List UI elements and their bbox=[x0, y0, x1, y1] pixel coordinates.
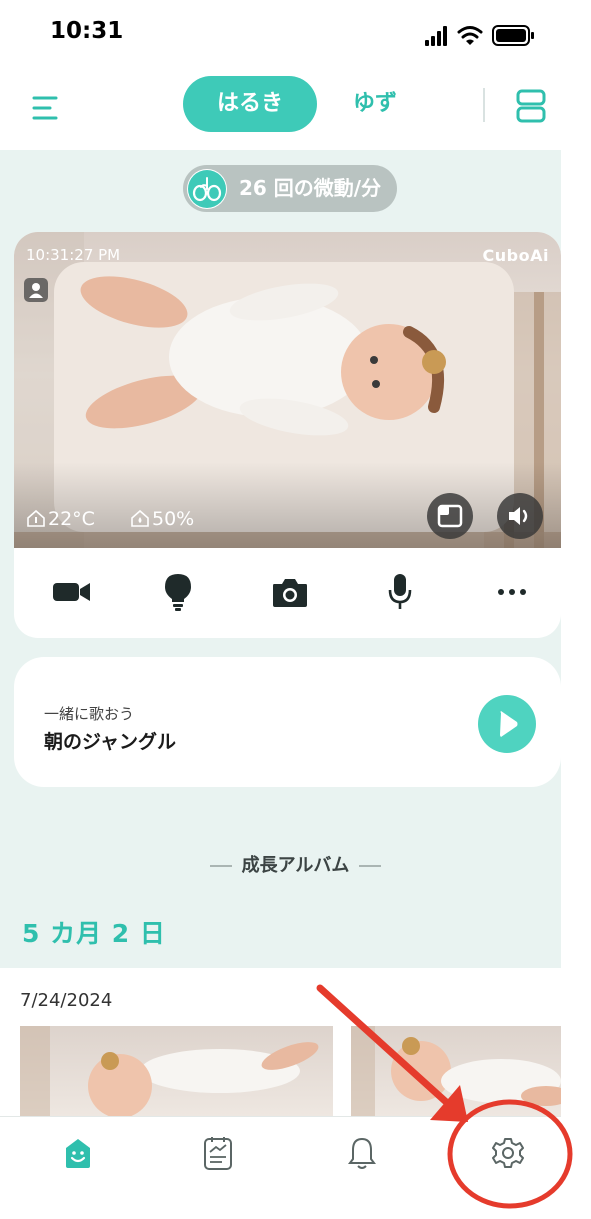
tab-home[interactable] bbox=[56, 1131, 100, 1175]
header-divider bbox=[483, 88, 485, 122]
cuboai-logo: CuboAi bbox=[482, 246, 549, 265]
album-section: 7/24/2024 bbox=[0, 968, 561, 1120]
cellular-signal-icon bbox=[425, 26, 447, 46]
lightbulb-icon bbox=[165, 574, 191, 611]
camera-controls bbox=[14, 548, 561, 638]
heading-dash-left bbox=[209, 865, 232, 867]
album-heading: 成長アルバム bbox=[0, 851, 591, 877]
song-title: 朝のジャングル bbox=[44, 731, 177, 753]
home-thermometer-icon bbox=[27, 509, 45, 527]
wifi-icon bbox=[457, 26, 483, 45]
app-header: はるき ゆず bbox=[0, 70, 591, 150]
picture-in-picture-button[interactable] bbox=[427, 493, 473, 539]
person-icon[interactable] bbox=[24, 278, 48, 302]
microphone-icon bbox=[388, 574, 412, 609]
album-photo[interactable] bbox=[351, 1026, 561, 1120]
more-icon bbox=[498, 589, 526, 595]
album-photo[interactable] bbox=[20, 1026, 333, 1120]
status-time: 10:31 bbox=[50, 18, 124, 44]
tab-journal[interactable] bbox=[196, 1131, 240, 1175]
video-camera-icon bbox=[53, 583, 90, 601]
snapshot-button[interactable] bbox=[268, 570, 312, 614]
album-heading-text: 成長アルバム bbox=[241, 855, 350, 876]
bottom-tab-bar bbox=[0, 1116, 561, 1219]
feed-timestamp: 10:31:27 PM bbox=[26, 246, 121, 264]
tab-baby-haruki[interactable]: はるき bbox=[183, 76, 317, 132]
home-icon bbox=[66, 1139, 90, 1168]
baby-photo-thumbnail bbox=[351, 1026, 561, 1120]
picture-in-picture-icon bbox=[437, 504, 463, 528]
humidity-value: 50% bbox=[152, 508, 195, 530]
battery-icon bbox=[492, 25, 534, 46]
settings-gear-icon bbox=[492, 1138, 524, 1168]
lullaby-card[interactable]: 一緒に歌おう 朝のジャングル bbox=[14, 657, 561, 787]
play-icon bbox=[500, 711, 518, 737]
baby-age: 5 カ月 2 日 bbox=[22, 919, 166, 948]
tab-settings[interactable] bbox=[486, 1131, 530, 1175]
breathing-rate-badge[interactable]: 26 回の微動/分 bbox=[183, 165, 397, 212]
song-subtitle: 一緒に歌おう bbox=[44, 705, 135, 723]
split-layout-icon[interactable] bbox=[515, 88, 547, 124]
album-date: 7/24/2024 bbox=[20, 990, 113, 1011]
home-humidity-icon bbox=[131, 509, 149, 527]
more-options-button[interactable] bbox=[490, 570, 534, 614]
play-button[interactable] bbox=[478, 695, 536, 753]
room-temperature: 22°C bbox=[26, 508, 95, 530]
lungs-icon bbox=[188, 170, 226, 208]
breathing-rate-text: 26 回の微動/分 bbox=[239, 176, 382, 200]
camera-card: 10:31:27 PM CuboAi 22°C 50% bbox=[14, 232, 561, 638]
talk-button[interactable] bbox=[378, 570, 422, 614]
lungs-icon-wrap bbox=[187, 169, 227, 209]
baby-illustration bbox=[14, 232, 561, 548]
journal-icon bbox=[204, 1137, 232, 1170]
speaker-icon bbox=[509, 507, 528, 525]
temperature-value: 22°C bbox=[48, 508, 95, 530]
tab-notifications[interactable] bbox=[340, 1131, 384, 1175]
status-bar: 10:31 bbox=[0, 0, 591, 70]
status-icons bbox=[425, 25, 534, 46]
night-light-button[interactable] bbox=[156, 570, 200, 614]
volume-button[interactable] bbox=[497, 493, 543, 539]
tab-baby-yuzu[interactable]: ゆず bbox=[340, 76, 410, 132]
baby-photo-thumbnail bbox=[20, 1026, 319, 1120]
camera-feed[interactable]: 10:31:27 PM CuboAi 22°C 50% bbox=[14, 232, 561, 548]
heading-dash-right bbox=[359, 865, 382, 867]
bell-icon bbox=[348, 1137, 376, 1169]
room-humidity: 50% bbox=[130, 508, 194, 530]
camera-icon bbox=[273, 579, 307, 607]
record-video-button[interactable] bbox=[50, 570, 94, 614]
menu-icon[interactable] bbox=[30, 92, 62, 124]
